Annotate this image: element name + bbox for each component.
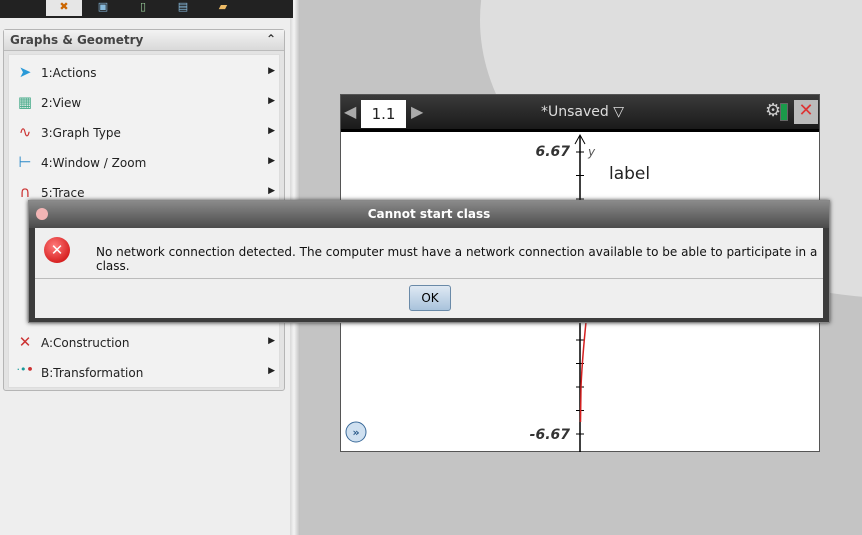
menu-item-transformation[interactable]: ·•• B:Transformation ▶ <box>9 358 281 388</box>
menu-label: 5:Trace <box>41 186 85 200</box>
view-icon: ▦ <box>17 93 33 111</box>
divider <box>35 278 823 279</box>
document-title-text: *Unsaved <box>541 104 609 120</box>
next-page-icon[interactable]: ▶ <box>411 102 423 121</box>
tools-icon[interactable]: ✖ <box>46 0 82 16</box>
double-chevron-icon: » <box>352 426 359 439</box>
graph-type-icon: ∿ <box>18 123 32 141</box>
dropdown-icon[interactable]: ▽ <box>613 104 624 120</box>
y-axis-label: y <box>587 145 596 159</box>
construction-icon: ✕ <box>18 333 32 351</box>
page-tab[interactable]: 1.1 <box>361 100 406 128</box>
page-sorter-icon[interactable]: ▣ <box>92 0 114 16</box>
submenu-arrow-icon: ▶ <box>268 96 275 106</box>
submenu-arrow-icon: ▶ <box>268 156 275 166</box>
close-document-button[interactable]: ✕ <box>794 100 818 124</box>
menu-label: 1:Actions <box>41 66 97 80</box>
menu-item-graph-type[interactable]: ∿ 3:Graph Type ▶ <box>9 118 281 148</box>
collapse-icon[interactable]: ⌃ <box>266 32 276 46</box>
text-label[interactable]: label <box>609 164 650 184</box>
error-dialog: Cannot start class ✕ No network connecti… <box>28 200 830 323</box>
menu-item-construction[interactable]: ✕ A:Construction ▶ <box>9 328 281 358</box>
menu-label: 2:View <box>41 96 82 110</box>
panel-header[interactable]: Graphs & Geometry ⌃ <box>4 30 284 51</box>
menu-label: 4:Window / Zoom <box>41 156 147 170</box>
submenu-arrow-icon: ▶ <box>268 336 275 346</box>
menu-item-actions[interactable]: ➤ 1:Actions ▶ <box>9 58 281 88</box>
submenu-arrow-icon: ▶ <box>268 126 275 136</box>
y-min-label: -6.67 <box>530 427 571 443</box>
error-icon: ✕ <box>44 237 70 263</box>
menu-item-window-zoom[interactable]: ⊢ 4:Window / Zoom ▶ <box>9 148 281 178</box>
menu-item-view[interactable]: ▦ 2:View ▶ <box>9 88 281 118</box>
prev-page-icon[interactable]: ◀ <box>344 102 356 121</box>
panel-title: Graphs & Geometry <box>10 33 144 47</box>
transformation-icon: ·•• <box>16 363 34 376</box>
document-header: ◀ 1.1 ▶ *Unsaved ▽ ⚙ ✕ <box>341 95 819 132</box>
documents-icon[interactable]: ▤ <box>172 0 194 16</box>
dialog-close-dot[interactable] <box>36 208 48 220</box>
menu-label: A:Construction <box>41 336 130 350</box>
document-title[interactable]: *Unsaved ▽ <box>541 104 624 120</box>
menu-label: B:Transformation <box>41 366 144 380</box>
dialog-message: No network connection detected. The comp… <box>96 245 818 273</box>
top-toolbar: ✖ ▣ ▯ ▤ ▰ <box>0 0 293 18</box>
ok-button[interactable]: OK <box>409 285 451 311</box>
folder-icon[interactable]: ▰ <box>212 0 234 16</box>
pointer-icon: ➤ <box>18 63 32 81</box>
settings-gear-icon[interactable]: ⚙ <box>765 100 781 121</box>
submenu-arrow-icon: ▶ <box>268 366 275 376</box>
y-max-label: 6.67 <box>535 144 570 160</box>
menu-label: 3:Graph Type <box>41 126 121 140</box>
battery-icon <box>780 103 788 121</box>
window-zoom-icon: ⊢ <box>18 153 32 171</box>
submenu-arrow-icon: ▶ <box>268 66 275 76</box>
dialog-body: ✕ No network connection detected. The co… <box>35 228 823 318</box>
dialog-title: Cannot start class <box>367 207 491 221</box>
handheld-icon[interactable]: ▯ <box>132 0 154 16</box>
function-curve[interactable] <box>579 321 587 423</box>
submenu-arrow-icon: ▶ <box>268 186 275 196</box>
dialog-titlebar[interactable]: Cannot start class <box>29 201 829 228</box>
